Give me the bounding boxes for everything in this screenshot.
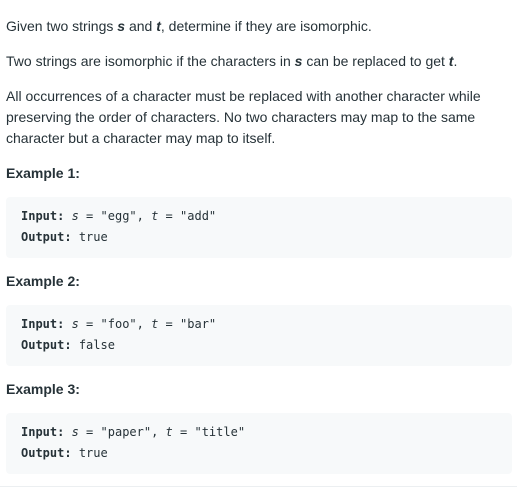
var-t: t — [165, 425, 173, 439]
t-value: "add" — [180, 209, 217, 223]
output-label: Output: — [21, 338, 72, 352]
input-label: Input: — [21, 317, 65, 331]
definition-text-3: . — [453, 53, 458, 69]
example-3-output-line: Output: true — [21, 446, 108, 460]
rules-line-2: preserving the order of characters. No t… — [6, 109, 476, 125]
example-1-title: Example 1: — [6, 165, 80, 181]
example-2-title: Example 2: — [6, 273, 80, 289]
output-label: Output: — [21, 446, 72, 460]
problem-description: Given two strings s and t , determine if … — [0, 0, 525, 490]
example-3-title: Example 3: — [6, 381, 80, 397]
output-value: true — [78, 230, 108, 244]
input-label: Input: — [21, 425, 65, 439]
var-t: t — [151, 317, 159, 331]
var-s: s — [71, 209, 79, 223]
s-value: "paper" — [100, 425, 152, 439]
s-value: "egg" — [100, 209, 137, 223]
example-1-input-line: Input: s = "egg", t = "add" — [21, 209, 217, 223]
s-value: "foo" — [100, 317, 137, 331]
definition-paragraph: Two strings are isomorphic if the charac… — [6, 51, 457, 72]
var-t: t — [151, 209, 159, 223]
output-value: false — [78, 338, 115, 352]
var-s: s — [117, 18, 126, 34]
example-2-input-line: Input: s = "foo", t = "bar" — [21, 317, 217, 331]
var-s: s — [71, 317, 79, 331]
example-2-output-line: Output: false — [21, 338, 115, 352]
definition-text-1: Two strings are isomorphic if the charac… — [6, 53, 295, 69]
example-3-code-block: Input: s = "paper", t = "title" Output: … — [6, 413, 512, 474]
output-value: true — [78, 446, 108, 460]
rules-line-1: All occurrences of a character must be r… — [6, 88, 481, 104]
example-3-input-line: Input: s = "paper", t = "title" — [21, 425, 246, 439]
rules-line-3: character but a character may map to its… — [6, 130, 276, 146]
output-label: Output: — [21, 230, 72, 244]
example-1-code-block: Input: s = "egg", t = "add" Output: true — [6, 197, 512, 258]
var-s: s — [71, 425, 79, 439]
intro-text-1: Given two strings — [6, 18, 118, 34]
rules-paragraph: All occurrences of a character must be r… — [6, 86, 481, 149]
intro-text-2: and — [125, 18, 157, 34]
definition-text-2: can be replaced to get — [302, 53, 449, 69]
intro-paragraph: Given two strings s and t, determine if … — [6, 16, 372, 37]
input-label: Input: — [21, 209, 65, 223]
example-1-output-line: Output: true — [21, 230, 108, 244]
divider — [0, 486, 517, 487]
intro-text-3: , determine if they are isomorphic. — [160, 18, 372, 34]
t-value: "bar" — [180, 317, 217, 331]
example-2-code-block: Input: s = "foo", t = "bar" Output: fals… — [6, 305, 512, 366]
t-value: "title" — [194, 425, 246, 439]
